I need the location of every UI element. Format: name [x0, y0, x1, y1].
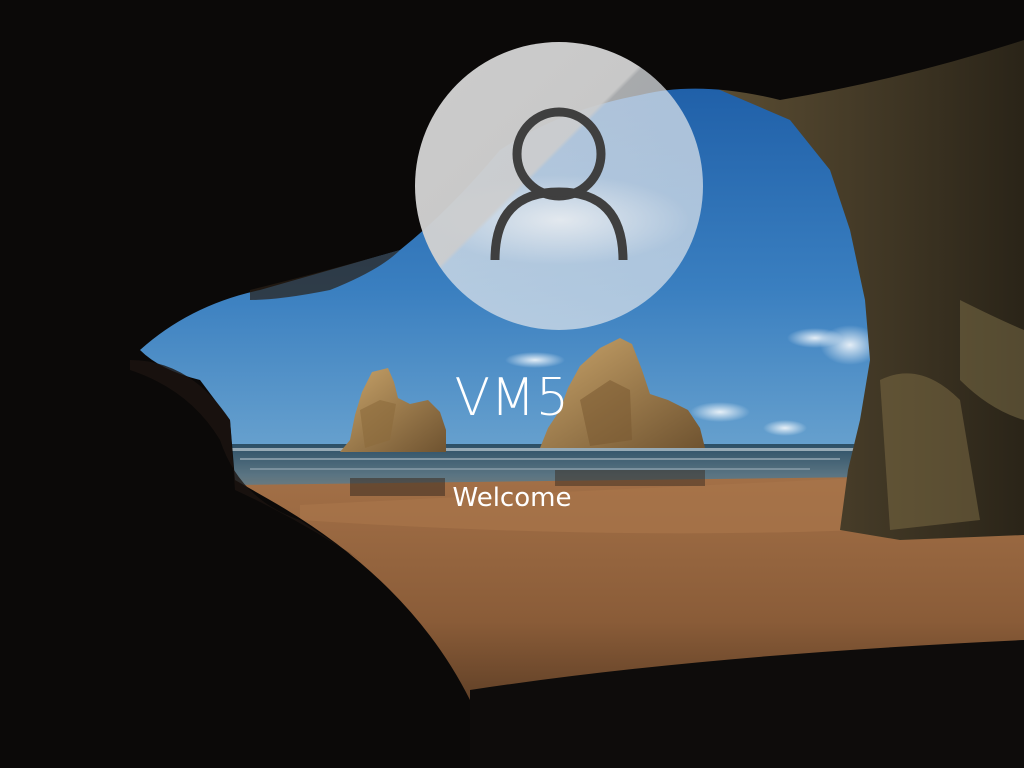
- lock-screen: VM5 Welcome: [0, 0, 1024, 768]
- welcome-status-text: Welcome: [452, 483, 572, 513]
- user-silhouette-icon: [490, 107, 628, 261]
- user-name: VM5: [454, 368, 570, 428]
- user-avatar[interactable]: [415, 42, 703, 330]
